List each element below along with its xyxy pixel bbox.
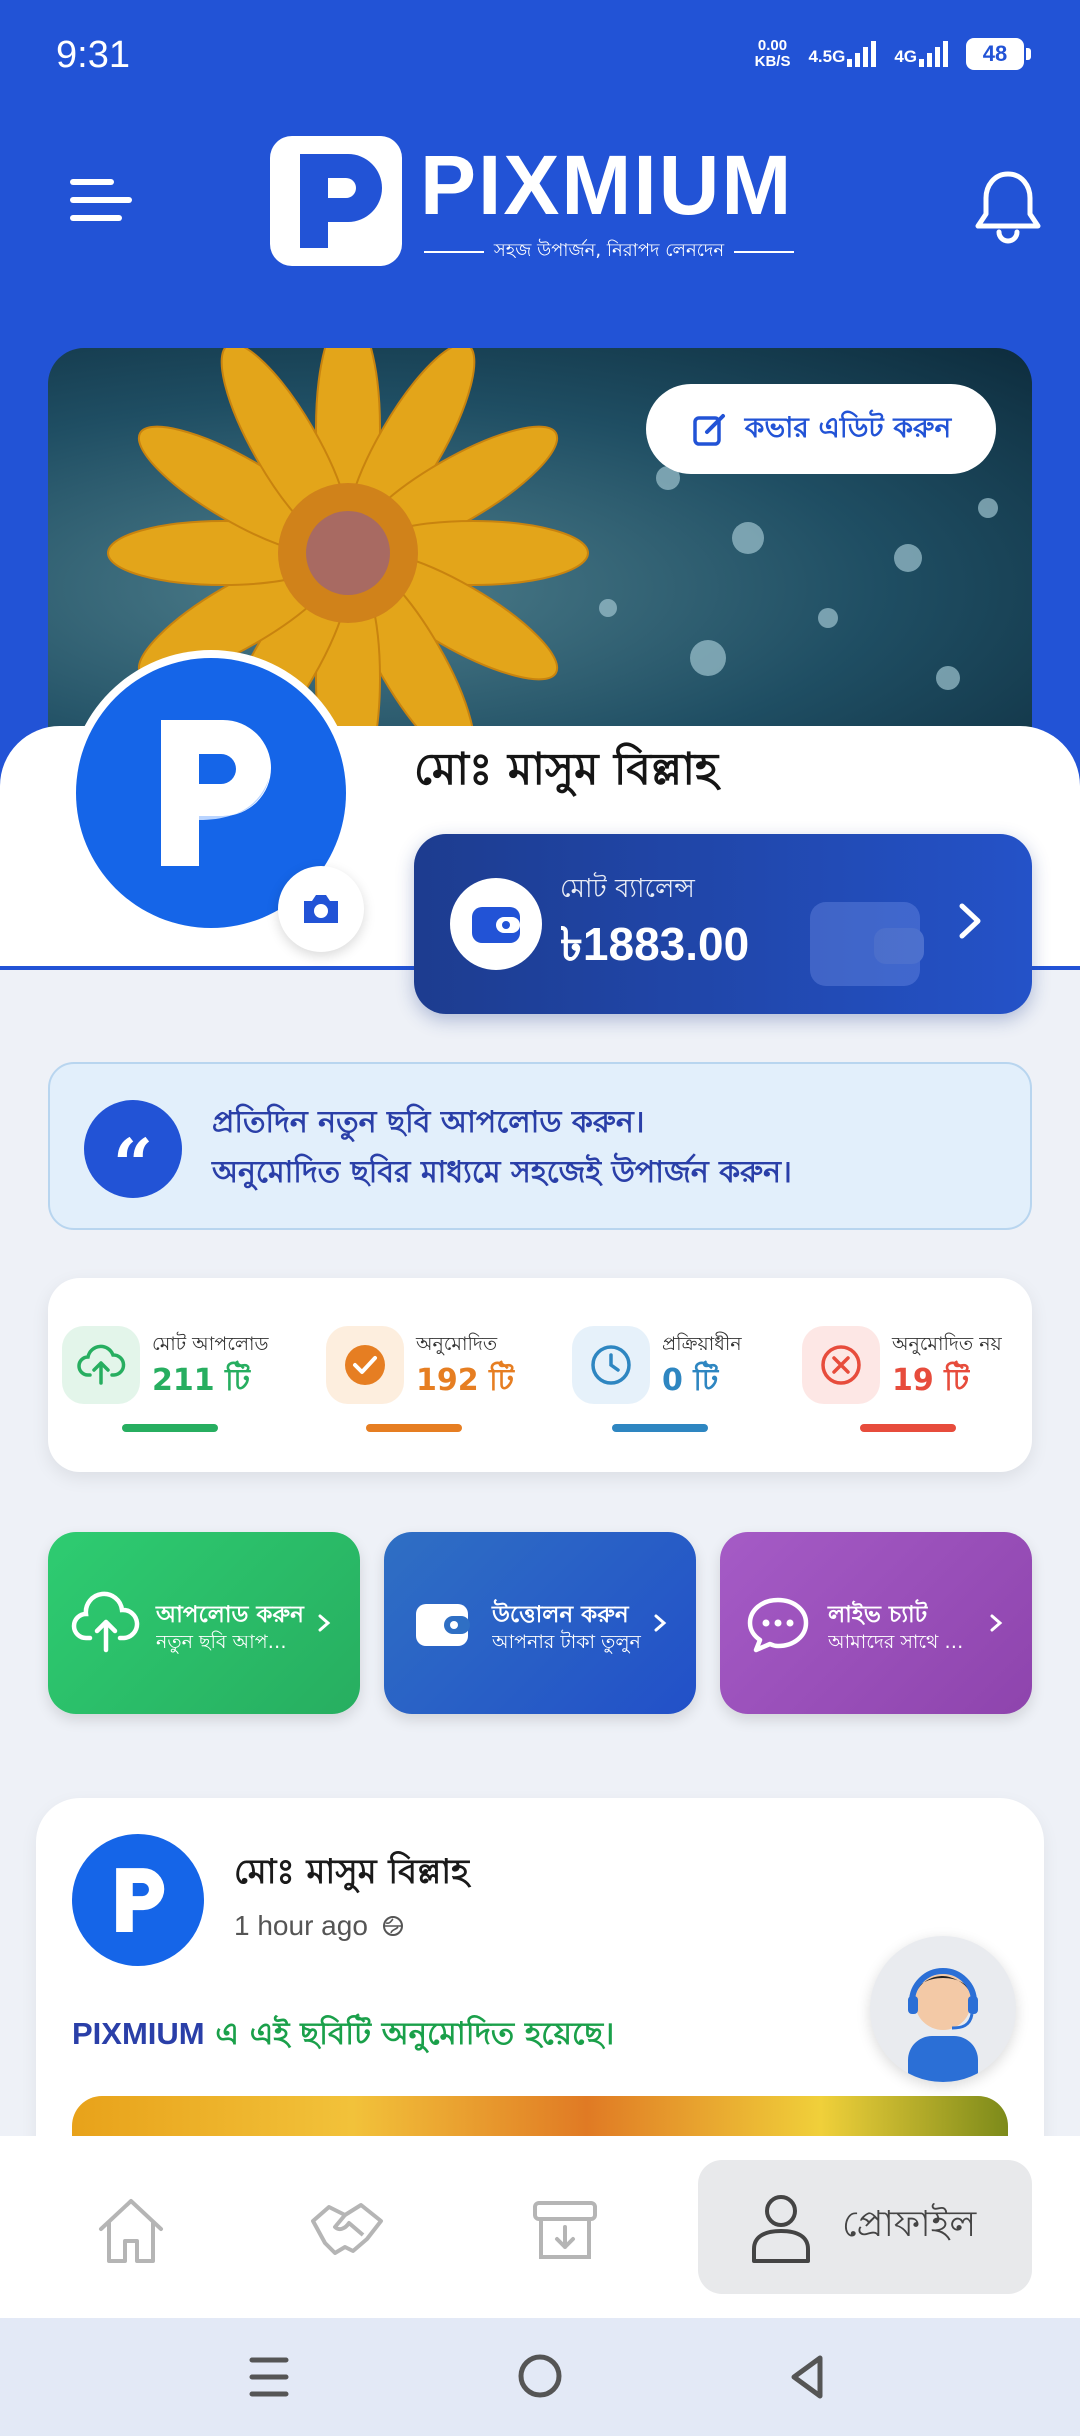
battery-icon: 48 <box>966 38 1031 70</box>
cloud-upload-icon <box>62 1326 140 1404</box>
action-subtitle: নতুন ছবি আপলোড করুন <box>156 1631 306 1653</box>
support-agent-button[interactable] <box>870 1936 1016 2082</box>
motivation-banner: “ প্রতিদিন নতুন ছবি আপলোড করুন। অনুমোদিত… <box>48 1062 1032 1230</box>
post-author: মোঃ মাসুম বিল্লাহ <box>234 1852 469 1892</box>
home-icon <box>99 2199 163 2263</box>
tagline-text: সহজ উপার্জন, নিরাপদ লেনদেন <box>493 240 725 261</box>
change-avatar-button[interactable] <box>278 866 364 952</box>
signal-bars-icon <box>919 41 948 67</box>
menu-button[interactable] <box>70 175 132 225</box>
upload-button[interactable]: আপলোড করুন নতুন ছবি আপলোড করুন <box>48 1532 360 1714</box>
check-circle-icon <box>326 1326 404 1404</box>
clock-icon <box>572 1326 650 1404</box>
stat-approved: অনুমোদিত 192 টি <box>326 1326 546 1446</box>
recents-icon[interactable] <box>246 2352 292 2402</box>
balance-label: মোট ব্যালেন্স <box>560 874 695 904</box>
post-time-text: 1 hour ago <box>234 1910 368 1941</box>
handshake-icon <box>311 2203 383 2255</box>
avatar-logo-icon <box>161 720 271 866</box>
withdraw-button[interactable]: উত্তোলন করুন আপনার টাকা তুলুন <box>384 1532 696 1714</box>
camera-icon <box>304 895 338 923</box>
brand-logo <box>270 136 402 266</box>
user-icon <box>752 2195 810 2263</box>
quote-line-1: প্রতিদিন নতুন ছবি আপলোড করুন। <box>212 1105 645 1140</box>
network-speed: 0.00 KB/S <box>755 38 791 70</box>
notification-bell-icon[interactable] <box>972 168 1044 244</box>
stat-value: 192 টি <box>416 1363 514 1398</box>
wallet-decor-icon <box>810 902 924 986</box>
edit-cover-label: কভার এডিট করুন <box>744 410 952 444</box>
system-navigation-bar <box>0 2318 1080 2436</box>
support-agent-icon <box>908 1968 978 2082</box>
stats-card: মোট আপলোড 211 টি অনুমোদিত 192 টি প্রক্রি… <box>48 1278 1032 1472</box>
stat-value: 0 টি <box>662 1363 719 1398</box>
stat-value: 211 টি <box>152 1363 250 1398</box>
post-text: PIXMIUM এ এই ছবিটি অনুমোদিত হয়েছে। <box>72 2010 614 2062</box>
chevron-right-icon <box>318 1614 331 1632</box>
back-icon[interactable] <box>784 2352 830 2402</box>
x-circle-icon <box>802 1326 880 1404</box>
profile-name: মোঃ মাসুম বিল্লাহ <box>414 744 719 795</box>
edit-icon <box>693 414 725 446</box>
chevron-right-icon <box>654 1614 667 1632</box>
live-chat-button[interactable]: লাইভ চ্যাট আমাদের সাথে কথা বলুন <box>720 1532 1032 1714</box>
signal-2: 4G <box>894 41 948 67</box>
menu-icon <box>70 179 114 185</box>
chat-bubble-icon <box>747 1597 809 1653</box>
nav-profile-label: প্রোফাইল <box>842 2204 977 2245</box>
status-time: 9:31 <box>56 34 130 76</box>
signal-1: 4.5G <box>808 41 877 67</box>
nav-withdraw[interactable] <box>520 2186 610 2276</box>
nav-home[interactable] <box>86 2186 176 2276</box>
status-bar: 9:31 0.00 KB/S 4.5G 4G 48 <box>0 0 1080 120</box>
bottom-nav: প্রোফাইল <box>0 2136 1080 2318</box>
action-subtitle: আপনার টাকা তুলুন <box>492 1631 641 1653</box>
action-subtitle: আমাদের সাথে কথা বলুন <box>828 1631 968 1653</box>
post-avatar[interactable] <box>72 1834 204 1966</box>
balance-value: ৳1883.00 <box>560 918 750 970</box>
signal-bars-icon <box>847 41 877 67</box>
post-message: এ এই ছবিটি অনুমোদিত হয়েছে। <box>204 2016 615 2052</box>
stat-rejected: অনুমোদিত নয় 19 টি <box>802 1326 1022 1446</box>
nav-partnership[interactable] <box>302 2186 392 2276</box>
network-speed-value: 0.00 <box>757 37 788 54</box>
cloud-upload-icon <box>71 1591 140 1653</box>
menu-icon <box>70 197 132 203</box>
stat-bar <box>860 1424 956 1432</box>
stat-total-upload: মোট আপলোড 211 টি <box>62 1326 302 1446</box>
archive-download-icon <box>533 2201 597 2259</box>
quote-icon: “ <box>84 1100 182 1206</box>
stat-pending: প্রক্রিয়াধীন 0 টি <box>572 1326 792 1446</box>
quote-line-2: অনুমোদিত ছবির মাধ্যমে সহজেই উপার্জন করুন… <box>212 1155 792 1190</box>
wallet-icon <box>416 1604 470 1646</box>
stat-value: 19 টি <box>892 1363 970 1398</box>
balance-card[interactable]: মোট ব্যালেন্স ৳1883.00 <box>414 834 1032 1014</box>
stat-bar <box>122 1424 218 1432</box>
globe-icon <box>382 1916 403 1936</box>
brand-tagline: সহজ উপার্জন, নিরাপদ লেনদেন <box>424 236 795 267</box>
status-icons: 0.00 KB/S 4.5G 4G 48 <box>755 38 1031 70</box>
network-type-1: 4.5G <box>808 47 846 66</box>
chevron-right-icon <box>990 1614 1003 1632</box>
network-type-2: 4G <box>894 47 917 66</box>
stat-bar <box>612 1424 708 1432</box>
brand-name: PIXMIUM <box>420 138 794 232</box>
nav-profile[interactable]: প্রোফাইল <box>698 2160 1032 2294</box>
edit-cover-button[interactable]: কভার এডিট করুন <box>646 384 996 474</box>
stat-bar <box>366 1424 462 1432</box>
network-speed-unit: KB/S <box>754 53 791 70</box>
avatar-logo-icon <box>116 1868 165 1932</box>
chevron-right-icon <box>959 903 981 939</box>
home-circle-icon[interactable] <box>516 2352 564 2400</box>
post-timestamp: 1 hour ago <box>234 1910 404 1942</box>
menu-icon <box>70 215 122 221</box>
wallet-icon <box>450 878 542 970</box>
post-brand: PIXMIUM <box>72 2016 205 2051</box>
